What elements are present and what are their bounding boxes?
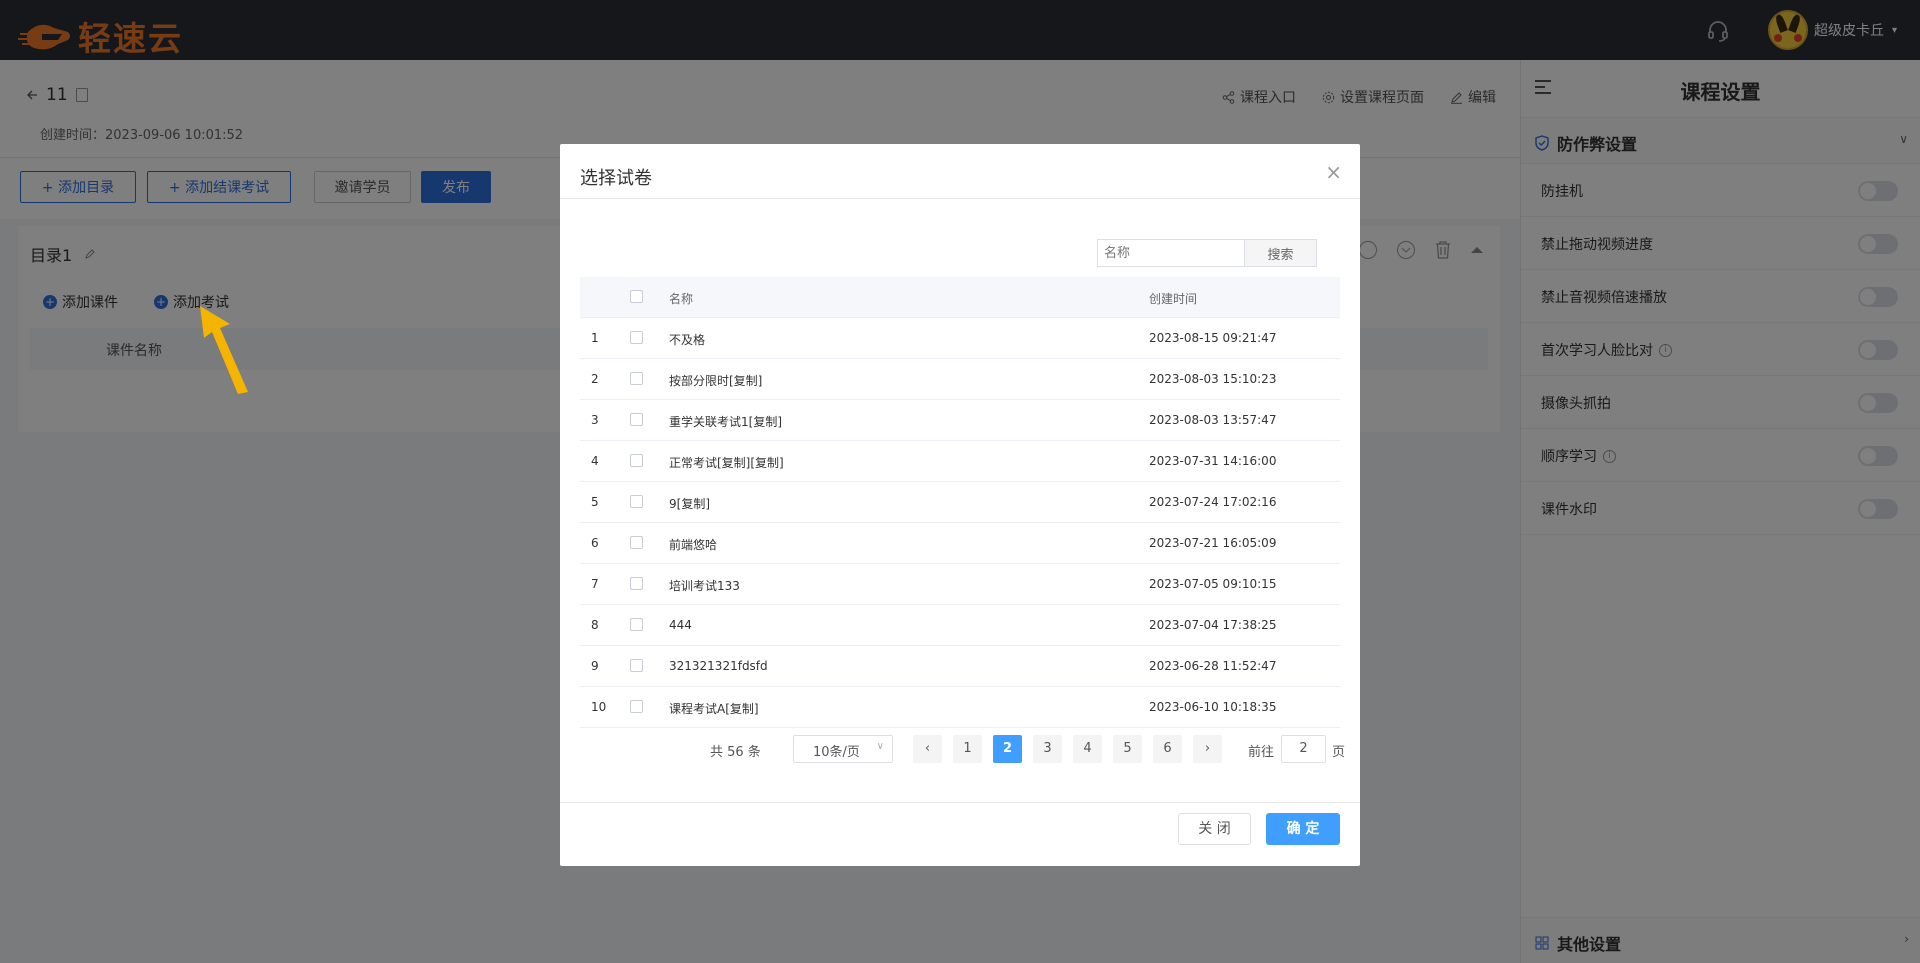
dialog-header: 选择试卷 × xyxy=(560,144,1360,199)
row-checkbox[interactable] xyxy=(630,536,643,549)
row-time: 2023-07-05 09:10:15 xyxy=(1149,577,1277,591)
row-checkbox[interactable] xyxy=(630,659,643,672)
row-time: 2023-07-21 16:05:09 xyxy=(1149,536,1277,550)
row-index: 9 xyxy=(591,659,599,673)
page-6-button[interactable]: 6 xyxy=(1153,735,1182,763)
row-time: 2023-08-03 15:10:23 xyxy=(1149,372,1277,386)
row-name: 不及格 xyxy=(669,333,706,347)
row-time: 2023-07-31 14:16:00 xyxy=(1149,454,1277,468)
row-time: 2023-08-03 13:57:47 xyxy=(1149,413,1277,427)
page-4-button[interactable]: 4 xyxy=(1073,735,1102,763)
row-time: 2023-06-10 10:18:35 xyxy=(1149,700,1277,714)
table-row[interactable]: 3 重学关联考试1[复制] 2023-08-03 13:57:47 xyxy=(580,400,1340,441)
page-size-value: 10条/页 xyxy=(813,745,860,760)
row-time: 2023-07-24 17:02:16 xyxy=(1149,495,1277,509)
row-index: 3 xyxy=(591,413,599,427)
total-count: 共 56 条 xyxy=(710,745,761,760)
row-checkbox[interactable] xyxy=(630,413,643,426)
goto-page-input[interactable]: 2 xyxy=(1281,735,1326,763)
row-checkbox[interactable] xyxy=(630,618,643,631)
row-name: 课程考试A[复制] xyxy=(669,702,759,716)
row-checkbox[interactable] xyxy=(630,577,643,590)
row-name: 前端悠哈 xyxy=(669,538,718,552)
row-index: 4 xyxy=(591,454,599,468)
page-size-select[interactable]: 10条/页 ∨ xyxy=(793,735,893,763)
select-all-checkbox[interactable] xyxy=(630,290,643,303)
dialog-title: 选择试卷 xyxy=(580,168,652,189)
row-index: 7 xyxy=(591,577,599,591)
table-row[interactable]: 10 课程考试A[复制] 2023-06-10 10:18:35 xyxy=(580,687,1340,728)
search-button[interactable]: 搜索 xyxy=(1245,239,1317,267)
row-checkbox[interactable] xyxy=(630,331,643,344)
row-checkbox[interactable] xyxy=(630,700,643,713)
row-index: 5 xyxy=(591,495,599,509)
row-name: 9[复制] xyxy=(669,497,710,511)
dialog-footer: 关 闭 确 定 xyxy=(560,802,1360,866)
row-checkbox[interactable] xyxy=(630,454,643,467)
row-checkbox[interactable] xyxy=(630,495,643,508)
table-row[interactable]: 2 按部分限时[复制] 2023-08-03 15:10:23 xyxy=(580,359,1340,400)
pagination: 共 56 条 10条/页 ∨ ‹ 1 2 3 4 5 6 › 前往 2 页 xyxy=(580,735,1345,765)
chevron-down-icon: ∨ xyxy=(876,741,884,752)
row-index: 2 xyxy=(591,372,599,386)
row-index: 6 xyxy=(591,536,599,550)
row-name: 444 xyxy=(669,618,692,632)
row-time: 2023-06-28 11:52:47 xyxy=(1149,659,1277,673)
pointer-arrow-icon xyxy=(200,306,248,394)
table-row[interactable]: 6 前端悠哈 2023-07-21 16:05:09 xyxy=(580,523,1340,564)
table-row[interactable]: 8 444 2023-07-04 17:38:25 xyxy=(580,605,1340,646)
table-row[interactable]: 7 培训考试133 2023-07-05 09:10:15 xyxy=(580,564,1340,605)
table-row[interactable]: 9 321321321fdsfd 2023-06-28 11:52:47 xyxy=(580,646,1340,687)
search-bar: 搜索 xyxy=(1097,239,1317,267)
search-input[interactable] xyxy=(1097,239,1245,267)
table-row[interactable]: 5 9[复制] 2023-07-24 17:02:16 xyxy=(580,482,1340,523)
row-name: 培训考试133 xyxy=(669,579,740,593)
page-3-button[interactable]: 3 xyxy=(1033,735,1062,763)
row-index: 1 xyxy=(591,331,599,345)
goto-label: 前往 xyxy=(1248,745,1275,760)
select-exam-dialog: 选择试卷 × 搜索 名称 创建时间 1 不及格 2023-08-15 09:21… xyxy=(560,144,1360,866)
page-2-button[interactable]: 2 xyxy=(993,735,1022,763)
row-time: 2023-07-04 17:38:25 xyxy=(1149,618,1277,632)
close-icon[interactable]: × xyxy=(1325,160,1342,184)
page-suffix: 页 xyxy=(1332,745,1346,760)
column-name: 名称 xyxy=(669,292,694,306)
next-page-button[interactable]: › xyxy=(1193,735,1222,763)
row-checkbox[interactable] xyxy=(630,372,643,385)
row-name: 正常考试[复制][复制] xyxy=(669,456,784,470)
close-button[interactable]: 关 闭 xyxy=(1178,813,1251,845)
table-header: 名称 创建时间 xyxy=(580,277,1340,318)
page-5-button[interactable]: 5 xyxy=(1113,735,1142,763)
table-row[interactable]: 1 不及格 2023-08-15 09:21:47 xyxy=(580,318,1340,359)
row-index: 8 xyxy=(591,618,599,632)
exam-table: 名称 创建时间 1 不及格 2023-08-15 09:21:47 2 按部分限… xyxy=(580,277,1340,728)
row-name: 重学关联考试1[复制] xyxy=(669,415,782,429)
row-name: 321321321fdsfd xyxy=(669,659,768,673)
page-1-button[interactable]: 1 xyxy=(953,735,982,763)
confirm-button[interactable]: 确 定 xyxy=(1266,813,1340,845)
row-index: 10 xyxy=(591,700,607,714)
column-created: 创建时间 xyxy=(1149,292,1198,306)
row-name: 按部分限时[复制] xyxy=(669,374,763,388)
row-time: 2023-08-15 09:21:47 xyxy=(1149,331,1277,345)
prev-page-button[interactable]: ‹ xyxy=(913,735,942,763)
table-row[interactable]: 4 正常考试[复制][复制] 2023-07-31 14:16:00 xyxy=(580,441,1340,482)
